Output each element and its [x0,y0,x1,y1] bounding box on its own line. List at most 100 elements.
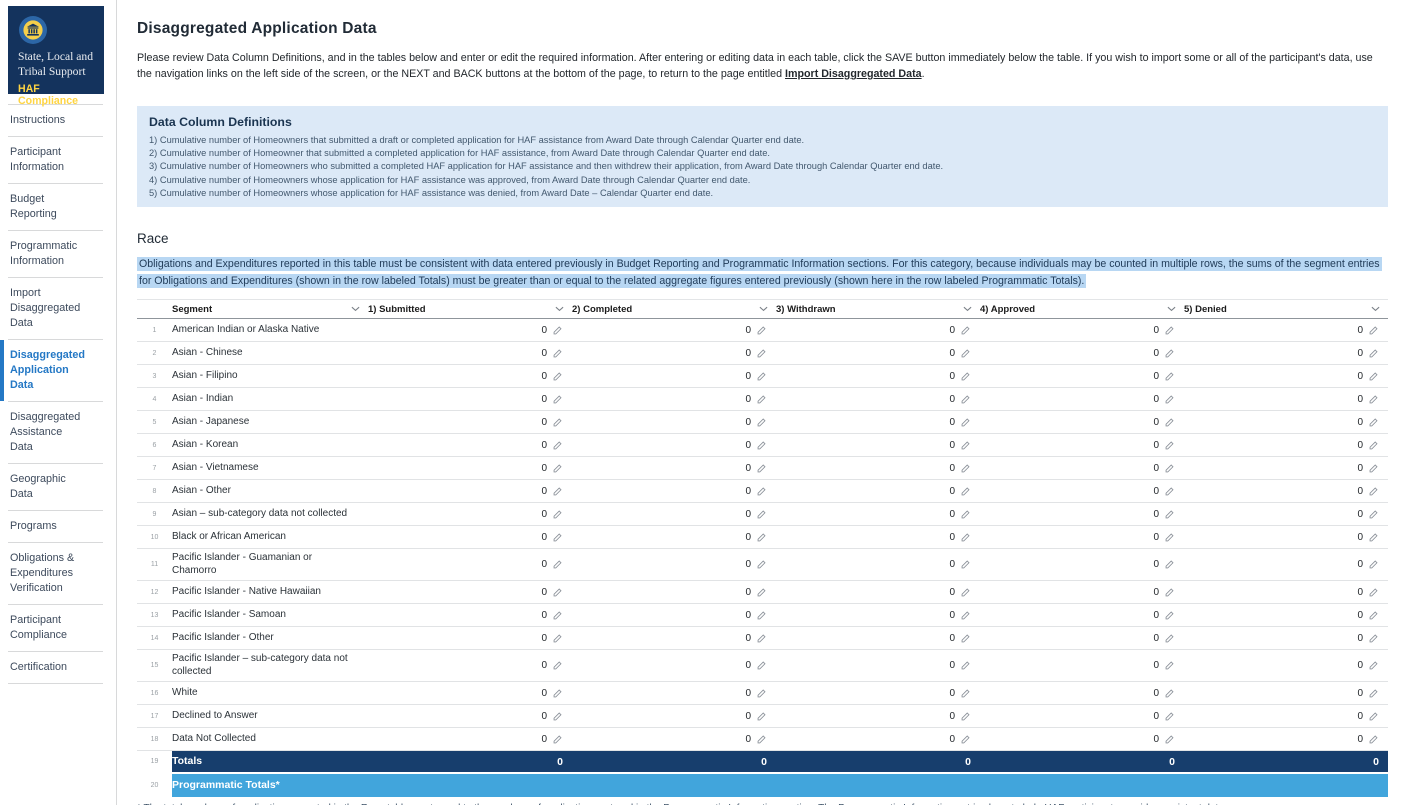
cell-denied[interactable]: 0 [1184,417,1388,428]
edit-pencil-icon[interactable] [1164,463,1175,474]
cell-submitted[interactable]: 0 [368,463,572,474]
edit-pencil-icon[interactable] [960,371,971,382]
cell-submitted[interactable]: 0 [368,417,572,428]
edit-pencil-icon[interactable] [960,688,971,699]
sidebar-item-disaggregated-application-data[interactable]: Disaggregated Application Data [8,340,103,402]
edit-icon-wrap[interactable] [960,417,971,428]
cell-completed[interactable]: 0 [572,532,776,543]
edit-pencil-icon[interactable] [1368,371,1379,382]
edit-pencil-icon[interactable] [1368,587,1379,598]
edit-pencil-icon[interactable] [1368,633,1379,644]
cell-approved[interactable]: 0 [980,325,1184,336]
edit-pencil-icon[interactable] [960,486,971,497]
cell-submitted[interactable]: 0 [368,734,572,745]
edit-pencil-icon[interactable] [552,688,563,699]
edit-pencil-icon[interactable] [1164,440,1175,451]
cell-withdrawn[interactable]: 0 [776,348,980,359]
edit-pencil-icon[interactable] [756,532,767,543]
cell-completed[interactable]: 0 [572,371,776,382]
cell-submitted[interactable]: 0 [368,559,572,570]
edit-icon-wrap[interactable] [1368,348,1379,359]
edit-icon-wrap[interactable] [552,587,563,598]
cell-submitted[interactable]: 0 [368,325,572,336]
edit-icon-wrap[interactable] [756,440,767,451]
cell-completed[interactable]: 0 [572,509,776,520]
edit-icon-wrap[interactable] [756,734,767,745]
edit-pencil-icon[interactable] [756,587,767,598]
edit-pencil-icon[interactable] [552,532,563,543]
edit-icon-wrap[interactable] [1368,734,1379,745]
edit-icon-wrap[interactable] [756,559,767,570]
edit-icon-wrap[interactable] [552,509,563,520]
cell-completed[interactable]: 0 [572,486,776,497]
edit-icon-wrap[interactable] [1368,325,1379,336]
cell-approved[interactable]: 0 [980,660,1184,671]
edit-icon-wrap[interactable] [960,509,971,520]
edit-pencil-icon[interactable] [960,394,971,405]
cell-completed[interactable]: 0 [572,610,776,621]
edit-icon-wrap[interactable] [1164,417,1175,428]
chevron-down-icon[interactable] [759,306,768,312]
sidebar-item-instructions[interactable]: Instructions [8,105,103,137]
edit-pencil-icon[interactable] [960,734,971,745]
sidebar-item-geographic-data[interactable]: Geographic Data [8,464,103,511]
edit-icon-wrap[interactable] [1164,610,1175,621]
edit-icon-wrap[interactable] [552,348,563,359]
column-header-withdrawn[interactable]: 3) Withdrawn [776,304,980,315]
sidebar-item-participant-information[interactable]: Participant Information [8,137,103,184]
column-header-approved[interactable]: 4) Approved [980,304,1184,315]
edit-icon-wrap[interactable] [552,633,563,644]
edit-pencil-icon[interactable] [1164,348,1175,359]
cell-withdrawn[interactable]: 0 [776,371,980,382]
cell-withdrawn[interactable]: 0 [776,532,980,543]
edit-pencil-icon[interactable] [756,371,767,382]
cell-approved[interactable]: 0 [980,463,1184,474]
cell-submitted[interactable]: 0 [368,371,572,382]
edit-pencil-icon[interactable] [1368,417,1379,428]
edit-pencil-icon[interactable] [1164,688,1175,699]
edit-pencil-icon[interactable] [960,463,971,474]
chevron-down-icon[interactable] [1167,306,1176,312]
edit-icon-wrap[interactable] [960,610,971,621]
cell-approved[interactable]: 0 [980,371,1184,382]
edit-pencil-icon[interactable] [1164,633,1175,644]
edit-icon-wrap[interactable] [756,371,767,382]
edit-pencil-icon[interactable] [756,348,767,359]
edit-pencil-icon[interactable] [1164,325,1175,336]
edit-icon-wrap[interactable] [552,371,563,382]
edit-icon-wrap[interactable] [1368,711,1379,722]
edit-icon-wrap[interactable] [960,394,971,405]
edit-pencil-icon[interactable] [552,587,563,598]
sidebar-item-certification[interactable]: Certification [8,652,103,684]
edit-icon-wrap[interactable] [1164,325,1175,336]
edit-icon-wrap[interactable] [552,532,563,543]
edit-icon-wrap[interactable] [1164,509,1175,520]
edit-icon-wrap[interactable] [1368,486,1379,497]
cell-denied[interactable]: 0 [1184,734,1388,745]
edit-icon-wrap[interactable] [960,587,971,598]
edit-pencil-icon[interactable] [552,440,563,451]
edit-icon-wrap[interactable] [960,688,971,699]
cell-withdrawn[interactable]: 0 [776,440,980,451]
edit-icon-wrap[interactable] [1368,587,1379,598]
edit-icon-wrap[interactable] [1164,660,1175,671]
edit-icon-wrap[interactable] [960,348,971,359]
edit-pencil-icon[interactable] [1164,610,1175,621]
edit-icon-wrap[interactable] [756,610,767,621]
edit-icon-wrap[interactable] [960,734,971,745]
cell-denied[interactable]: 0 [1184,633,1388,644]
edit-icon-wrap[interactable] [960,633,971,644]
edit-pencil-icon[interactable] [960,440,971,451]
chevron-down-icon[interactable] [555,306,564,312]
edit-icon-wrap[interactable] [1368,417,1379,428]
edit-icon-wrap[interactable] [960,711,971,722]
edit-icon-wrap[interactable] [960,325,971,336]
cell-approved[interactable]: 0 [980,532,1184,543]
cell-withdrawn[interactable]: 0 [776,325,980,336]
edit-icon-wrap[interactable] [756,394,767,405]
edit-pencil-icon[interactable] [552,734,563,745]
cell-denied[interactable]: 0 [1184,371,1388,382]
cell-approved[interactable]: 0 [980,394,1184,405]
cell-submitted[interactable]: 0 [368,440,572,451]
edit-pencil-icon[interactable] [1368,509,1379,520]
